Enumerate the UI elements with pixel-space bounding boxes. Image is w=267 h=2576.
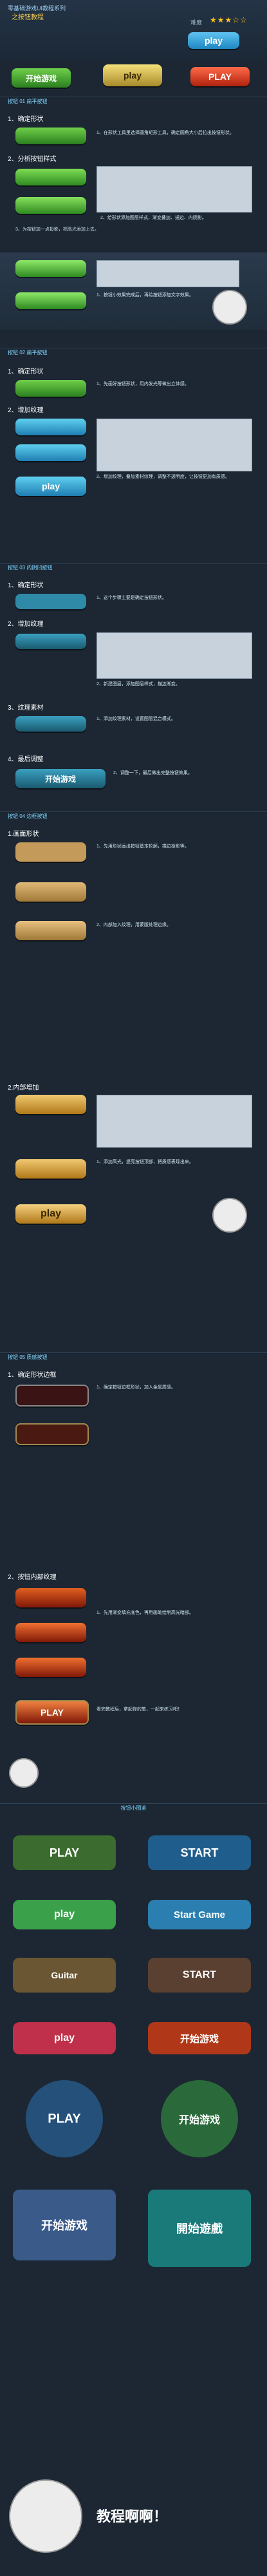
section-4-title: 按钮 04 边框按钮 — [0, 811, 267, 820]
s2-step-1: 1、确定形状 — [8, 368, 44, 375]
s5-play-button[interactable]: PLAY — [15, 1700, 89, 1725]
section-1-title: 按钮 01 扁平按钮 — [0, 97, 267, 106]
s2-note-a: 1、先画好按钮形状，用内发光等做出立体感。 — [97, 382, 189, 386]
s4-note-a: 1、先用形状画出按钮基本轮廓，描边投影等。 — [97, 844, 189, 849]
s5-step-1: 1、确定形状边框 — [8, 1372, 57, 1379]
s4-shape-a — [15, 842, 86, 862]
s4-inner-a — [15, 1095, 86, 1114]
s1-final-button-b — [15, 292, 86, 309]
s4-play-button[interactable]: play — [15, 1204, 86, 1224]
s1-layer-style-panel — [97, 166, 252, 213]
section-5-title: 按钮 05 质感按钮 — [0, 1352, 267, 1361]
s5-inner-a — [15, 1588, 86, 1607]
s4-note-c: 1、添加高光，提亮按钮顶部，把质感表现出来。 — [97, 1160, 194, 1164]
gallery-start-1[interactable]: START — [148, 1835, 251, 1870]
gallery-start-2[interactable]: START — [148, 1958, 251, 1993]
gallery-guitar[interactable]: Guitar — [13, 1958, 116, 1993]
gallery-start-game[interactable]: Start Game — [148, 1900, 251, 1929]
s2-texture-button-b — [15, 444, 86, 461]
s4-shape-c — [15, 921, 86, 940]
meme-face-1 — [212, 290, 247, 325]
s3-step-3: 3、纹理素材 — [8, 705, 44, 712]
s3-note-d: 2、调整一下，最后做出完整按钮效果。 — [113, 771, 192, 775]
s2-play-button[interactable]: play — [15, 477, 86, 496]
tutorial-subtitle: 之按钮教程 — [12, 14, 44, 21]
final-note: 看完教程后，拿起你的笔，一起来练习吧！ — [97, 1707, 182, 1712]
s5-note-b: 1、先用渐变填充底色，再用画笔绘制高光暗部。 — [97, 1611, 194, 1615]
gallery-start-round[interactable]: 开始游戏 — [161, 2080, 238, 2157]
s1-step-2: 2、分析按钮样式 — [8, 156, 57, 163]
s3-material-button — [15, 716, 86, 732]
s1-final-button-a — [15, 260, 86, 277]
section-2-title: 按钮 02 扁平按钮 — [0, 348, 267, 357]
gallery-start-game-cn[interactable]: 开始游戏 — [148, 2022, 251, 2054]
s1-shape-button — [15, 128, 86, 144]
gallery-title: 按钮小图鉴 — [0, 1803, 267, 1812]
play-button-red[interactable]: PLAY — [190, 67, 250, 86]
s1-styled-button — [15, 169, 86, 185]
s5-frame-b — [15, 1423, 89, 1445]
s4-step-2: 2.内部增加 — [8, 1084, 39, 1092]
s3-step-2: 2、增加纹理 — [8, 621, 44, 628]
meme-face-2 — [212, 1198, 247, 1233]
s3-start-game-button[interactable]: 开始游戏 — [15, 769, 106, 788]
meme-face-3 — [9, 1758, 39, 1788]
s2-layer-panel — [97, 419, 252, 471]
s5-inner-c — [15, 1658, 86, 1677]
play-button-blue[interactable]: play — [188, 32, 239, 49]
s3-layer-panel — [97, 632, 252, 679]
s5-frame-a — [15, 1385, 89, 1406]
meme-face-4 — [9, 2479, 82, 2553]
s2-step-2: 2、增加纹理 — [8, 407, 44, 414]
gallery-play-3[interactable]: play — [13, 2022, 116, 2054]
s2-texture-button-a — [15, 419, 86, 435]
gallery-start-game-trad[interactable]: 開始遊戲 — [148, 2190, 251, 2267]
play-button-gold[interactable]: play — [103, 64, 162, 86]
s3-note-a: 1、这个步骤主要是确定按钮形状。 — [97, 596, 167, 600]
s3-step-1: 1、确定形状 — [8, 582, 44, 589]
s3-note-c: 1、添加纹理素材，设置图层混合模式。 — [97, 717, 176, 721]
s1-step3-button — [15, 197, 86, 214]
s3-shape-button — [15, 594, 86, 609]
s3-step-4: 4、最后调整 — [8, 756, 44, 763]
s1-text-panel — [97, 260, 239, 287]
gallery-play-1[interactable]: PLAY — [13, 1835, 116, 1870]
s1-note-c: 3、为按钮加一点投影，把高光添加上去。 — [15, 227, 99, 232]
s1-step-1: 1、确定形状 — [8, 116, 44, 123]
s4-inner-b — [15, 1159, 86, 1179]
s5-note-a: 1、确定按钮边框形状，加入金属质感。 — [97, 1385, 176, 1390]
gallery-start-game-cn-2[interactable]: 开始游戏 — [13, 2190, 116, 2260]
difficulty-stars: ★★★☆☆ — [210, 15, 248, 24]
gallery-play-round[interactable]: PLAY — [26, 2080, 103, 2157]
difficulty-label: 难度 — [190, 19, 203, 26]
s2-shape-button — [15, 380, 86, 397]
gallery-play-2[interactable]: play — [13, 1900, 116, 1929]
s4-step-1: 1.画面形状 — [8, 831, 39, 838]
s4-layer-panel — [97, 1095, 252, 1148]
s4-note-b: 2、内部加入纹理，用蒙版处理边缘。 — [97, 923, 171, 927]
s2-note-b: 2、增加纹理，叠加素材纹理，调整不透明度，让按钮更加有质感。 — [97, 475, 230, 479]
s5-step-2: 2、按钮内部纹理 — [8, 1574, 57, 1581]
s4-shape-b — [15, 882, 86, 902]
s3-note-b: 2、新建图层，添加图层样式，描边渐变。 — [97, 682, 180, 687]
section-3-title: 按钮 03 内阴凹按钮 — [0, 563, 267, 572]
s3-texture-button — [15, 634, 86, 649]
s1-note-b: 2、给形状添加图层样式，渐变叠加、描边、内阴影。 — [100, 216, 207, 220]
s5-inner-b — [15, 1623, 86, 1642]
start-game-button-green[interactable]: 开始游戏 — [12, 68, 71, 88]
s1-note-d: 1、按钮小效果完成后，再给按钮添加文字效果。 — [97, 293, 194, 298]
s1-note-a: 1、在形状工具里选择圆角矩形工具，确定圆角大小后拉出按钮形状。 — [97, 131, 234, 135]
bottom-text: 教程啊啊！ — [97, 2508, 168, 2524]
